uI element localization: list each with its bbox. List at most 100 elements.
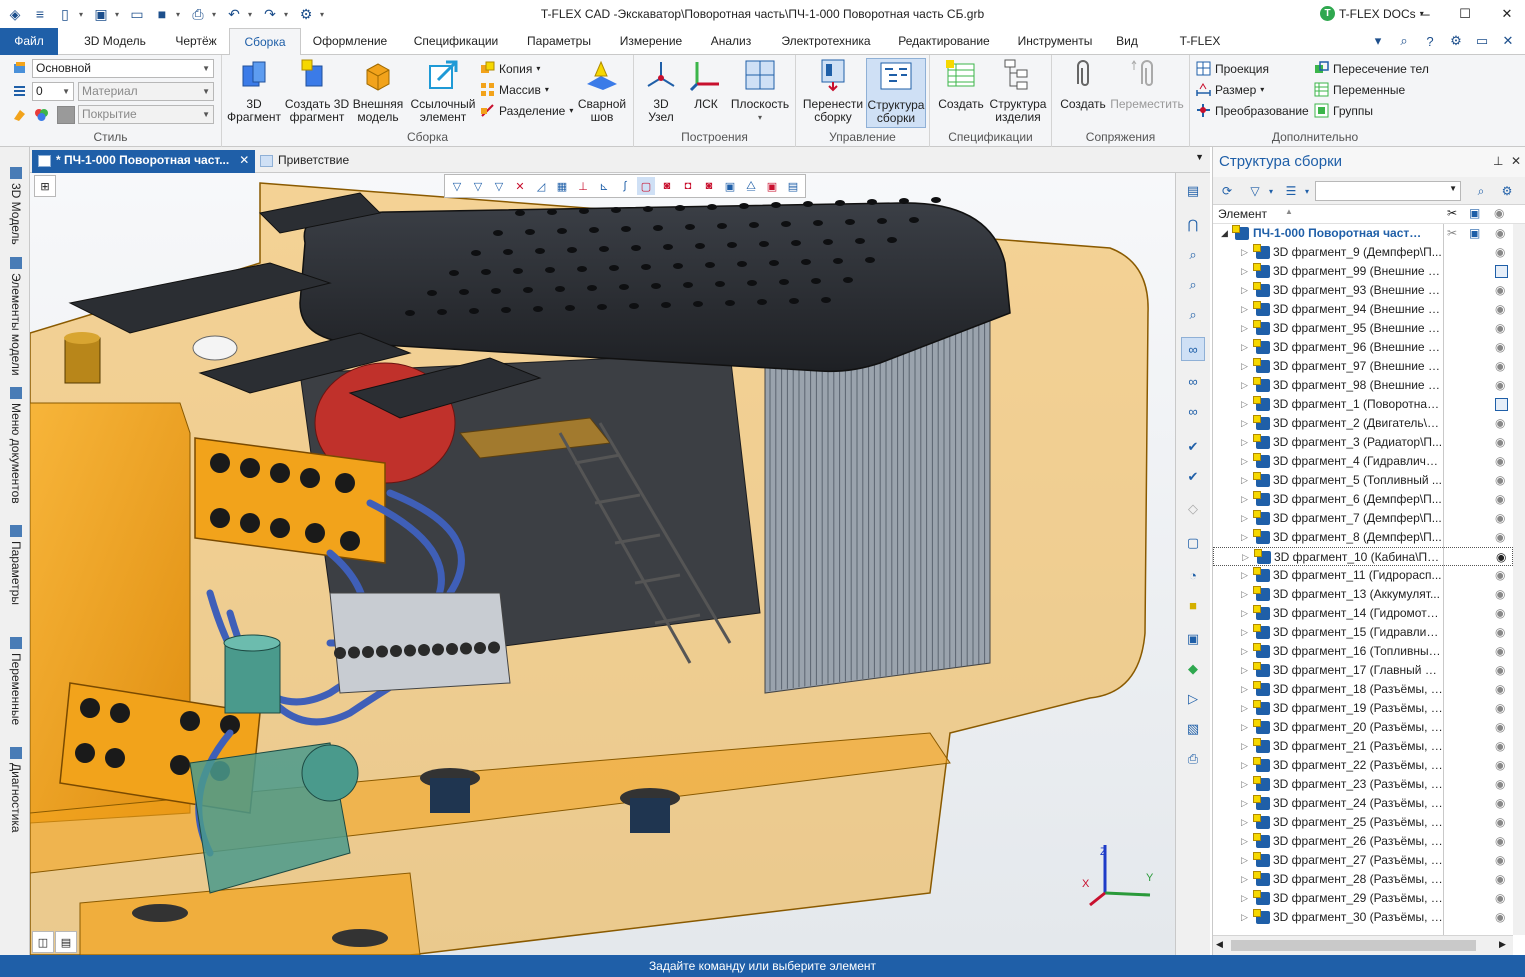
minimize-button[interactable]: ─ bbox=[1410, 0, 1440, 28]
table-row[interactable]: ▷ 3D фрагмент_27 (Разъёмы, с... ◉ bbox=[1213, 851, 1513, 870]
visibility-icon[interactable]: ◉ bbox=[1495, 414, 1505, 433]
select-axis-icon[interactable]: ⊾ bbox=[595, 177, 613, 195]
expand-icon[interactable]: ▷ bbox=[1241, 737, 1248, 756]
select-group-icon[interactable]: ⧋ bbox=[742, 177, 760, 195]
table-row[interactable]: ▷ 3D фрагмент_13 (Аккумулят... ◉ bbox=[1213, 585, 1513, 604]
scroll-left-icon[interactable]: ◀ bbox=[1216, 939, 1223, 950]
tab-11[interactable]: Вид bbox=[1114, 28, 1140, 55]
product-structure-button[interactable]: Структура изделия bbox=[988, 58, 1048, 124]
expand-icon[interactable]: ▷ bbox=[1241, 262, 1248, 281]
color-swatch[interactable] bbox=[57, 106, 75, 124]
save-dropdown-icon[interactable]: ▾ bbox=[176, 10, 184, 19]
chevron-down-icon[interactable]: ▾ bbox=[1297, 182, 1317, 200]
save-icon[interactable]: ▣ bbox=[1469, 224, 1480, 243]
expand-icon[interactable]: ▷ bbox=[1241, 794, 1248, 813]
visibility-icon[interactable]: ◉ bbox=[1495, 471, 1505, 490]
green-material-icon[interactable]: ◆ bbox=[1181, 657, 1205, 681]
table-row[interactable]: ▷ 3D фрагмент_6 (Демпфер\П... ◉ bbox=[1213, 490, 1513, 509]
filter-operations-icon[interactable]: ◿ bbox=[532, 177, 550, 195]
expand-icon[interactable]: ▷ bbox=[1241, 395, 1248, 414]
table-row[interactable]: ▷ 3D фрагмент_10 (Кабина\ПЧ... ◉ bbox=[1213, 547, 1513, 566]
tab-2[interactable]: Сборка bbox=[229, 28, 301, 56]
visibility-icon[interactable]: ◉ bbox=[1495, 642, 1505, 661]
new-file-dropdown-icon[interactable]: ▾ bbox=[79, 10, 87, 19]
expand-icon[interactable]: ▷ bbox=[1241, 376, 1248, 395]
horizontal-scrollbar[interactable]: ◀ ▶ bbox=[1213, 935, 1513, 955]
table-row[interactable]: ▷ 3D фрагмент_16 (Топливные... ◉ bbox=[1213, 642, 1513, 661]
table-row[interactable]: ▷ 3D фрагмент_1 (Поворотная ... bbox=[1213, 395, 1513, 414]
groups-button[interactable]: Группы bbox=[1314, 101, 1373, 120]
expand-icon[interactable]: ▷ bbox=[1241, 566, 1248, 585]
cube-icon[interactable] bbox=[1495, 398, 1508, 411]
size-button[interactable]: Размер ▾ bbox=[1196, 80, 1264, 99]
tools-icon[interactable]: ⚙ bbox=[295, 4, 317, 24]
glasses-icon[interactable]: ∞ bbox=[1181, 337, 1205, 361]
settings-gear-icon[interactable]: ⚙ bbox=[1497, 182, 1517, 200]
select-lcs-icon[interactable]: ⊥ bbox=[574, 177, 592, 195]
close-tab-icon[interactable]: ✕ bbox=[239, 153, 249, 167]
assembly-structure-button[interactable]: Структура сборки bbox=[866, 58, 926, 128]
table-row[interactable]: ▷ 3D фрагмент_2 (Двигатель\П... ◉ bbox=[1213, 414, 1513, 433]
settings-gear-icon[interactable]: ⚙ bbox=[1447, 32, 1465, 50]
expand-icon[interactable]: ▷ bbox=[1241, 243, 1248, 262]
print-dropdown-icon[interactable]: ▾ bbox=[212, 10, 220, 19]
visibility-icon[interactable]: ◉ bbox=[1495, 775, 1505, 794]
expand-icon[interactable]: ▷ bbox=[1241, 452, 1248, 471]
plane-button[interactable]: Плоскость ▾ bbox=[728, 58, 792, 124]
camera-view-icon[interactable]: ▧ bbox=[1181, 717, 1205, 741]
tab-1[interactable]: Чертёж bbox=[168, 28, 224, 55]
transform-button[interactable]: Преобразование bbox=[1196, 101, 1309, 120]
select-vertex-icon[interactable]: ◙ bbox=[700, 177, 718, 195]
expand-icon[interactable]: ▷ bbox=[1241, 680, 1248, 699]
3d-node-button[interactable]: 3D Узел bbox=[638, 58, 684, 124]
visibility-icon[interactable]: ◉ bbox=[1495, 433, 1505, 452]
collapse-icon[interactable]: ◢ bbox=[1221, 224, 1228, 243]
table-row[interactable]: ▷ 3D фрагмент_28 (Разъёмы, с... ◉ bbox=[1213, 870, 1513, 889]
visibility-icon[interactable]: ◉ bbox=[1496, 548, 1506, 567]
visibility-icon[interactable]: ◉ bbox=[1495, 319, 1505, 338]
qat-customize-icon[interactable]: ▾ bbox=[320, 10, 328, 19]
expand-icon[interactable]: ▷ bbox=[1241, 889, 1248, 908]
expand-icon[interactable]: ▷ bbox=[1241, 908, 1248, 927]
visibility-icon[interactable]: ◉ bbox=[1495, 699, 1505, 718]
move-mate-button[interactable]: Переместить bbox=[1108, 58, 1186, 111]
expand-icon[interactable]: ▷ bbox=[1241, 851, 1248, 870]
visibility-icon[interactable]: ◉ bbox=[1495, 661, 1505, 680]
check-cube-icon[interactable]: ✔ bbox=[1181, 435, 1205, 459]
visibility-icon[interactable]: ◉ bbox=[1495, 357, 1505, 376]
material-combo[interactable]: Материал ▼ bbox=[78, 82, 214, 101]
visibility-icon[interactable]: ◉ bbox=[1495, 718, 1505, 737]
ribbon-collapse-icon[interactable]: ▾ bbox=[1369, 32, 1387, 50]
select-body-icon[interactable]: ▢ bbox=[637, 177, 655, 195]
visibility-icon[interactable]: ◉ bbox=[1495, 832, 1505, 851]
table-row[interactable]: ▷ 3D фрагмент_22 (Разъёмы, с... ◉ bbox=[1213, 756, 1513, 775]
link-element-button[interactable]: Ссылочный элемент bbox=[408, 58, 478, 124]
tab-0[interactable]: 3D Модель bbox=[78, 28, 152, 55]
cube-icon[interactable] bbox=[1495, 265, 1508, 278]
visibility-icon[interactable]: ◉ bbox=[1495, 756, 1505, 775]
column-element[interactable]: Элемент bbox=[1218, 207, 1267, 221]
print-icon[interactable]: ⎙ bbox=[187, 4, 209, 24]
render-cube-icon[interactable]: ▣ bbox=[1181, 627, 1205, 651]
copy-button[interactable]: Копия ▾ bbox=[480, 59, 540, 78]
hamburger-icon[interactable]: ≡ bbox=[29, 4, 51, 24]
projection-view-icon[interactable]: ▷ bbox=[1181, 687, 1205, 711]
tab-file[interactable]: Файл bbox=[0, 28, 58, 55]
expand-icon[interactable]: ▷ bbox=[1241, 319, 1248, 338]
table-row[interactable]: ▷ 3D фрагмент_99 (Внешние п... bbox=[1213, 262, 1513, 281]
clock-shading-icon[interactable]: ◔ bbox=[1181, 563, 1205, 587]
create-mate-button[interactable]: Создать bbox=[1058, 58, 1108, 111]
chevron-down-icon[interactable]: ▾ bbox=[1261, 182, 1281, 200]
tab-4[interactable]: Спецификации bbox=[410, 28, 502, 55]
white-cap[interactable] bbox=[192, 335, 238, 361]
split-view-icon[interactable]: ◫ bbox=[32, 931, 54, 953]
table-row[interactable]: ▷ 3D фрагмент_20 (Разъёмы, с... ◉ bbox=[1213, 718, 1513, 737]
expand-icon[interactable]: ▷ bbox=[1241, 528, 1248, 547]
expand-icon[interactable]: ▷ bbox=[1241, 414, 1248, 433]
table-row[interactable]: ▷ 3D фрагмент_94 (Внешние п... ◉ bbox=[1213, 300, 1513, 319]
redo-dropdown-icon[interactable]: ▾ bbox=[284, 10, 292, 19]
side-tab-3[interactable]: Параметры bbox=[7, 525, 25, 605]
select-fragment-icon[interactable]: ▣ bbox=[763, 177, 781, 195]
visibility-icon[interactable]: ◉ bbox=[1495, 300, 1505, 319]
expand-icon[interactable]: ▷ bbox=[1241, 604, 1248, 623]
